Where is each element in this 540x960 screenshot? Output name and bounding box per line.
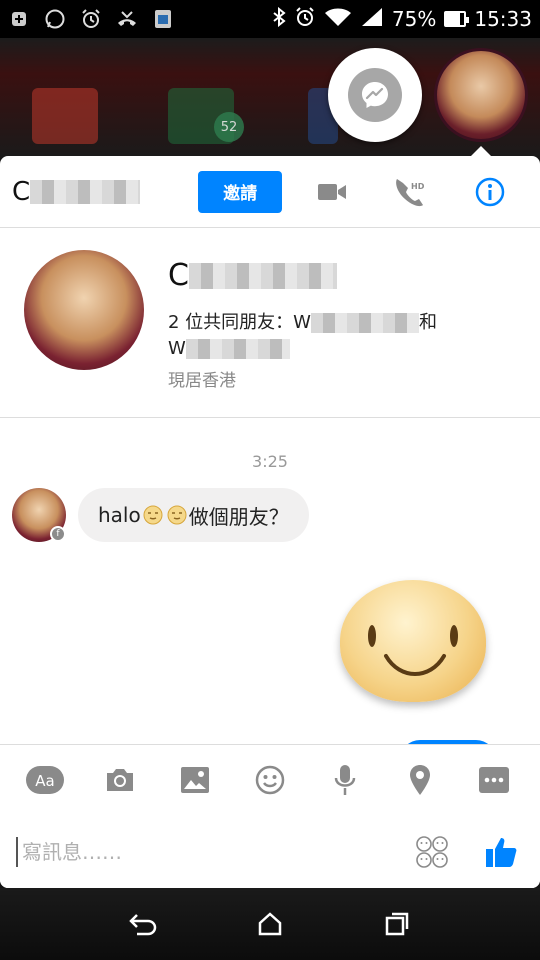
mutual-friends: 2 位共同朋友：W 和 W bbox=[168, 310, 468, 362]
relieved-emoji-icon bbox=[167, 505, 187, 525]
navigation-bar bbox=[0, 888, 540, 960]
image-icon[interactable] bbox=[173, 758, 217, 802]
video-call-icon[interactable] bbox=[312, 172, 352, 212]
alarm-icon bbox=[80, 8, 102, 30]
message-input[interactable] bbox=[16, 837, 412, 867]
back-icon[interactable] bbox=[119, 900, 167, 948]
signal-icon bbox=[360, 7, 384, 32]
mutual-friends-second: W bbox=[168, 338, 186, 359]
location-icon[interactable] bbox=[398, 758, 442, 802]
missed-call-icon bbox=[116, 8, 138, 30]
gmail-icon bbox=[32, 88, 98, 144]
contact-name-initial: C bbox=[12, 176, 31, 207]
like-icon[interactable] bbox=[480, 830, 524, 874]
emoticon-icon[interactable] bbox=[412, 832, 452, 872]
text-format-label: Aa bbox=[36, 772, 55, 790]
text-format-icon[interactable]: Aa bbox=[23, 758, 67, 802]
mutual-friends-prefix: 2 位共同朋友：W bbox=[168, 312, 311, 333]
relieved-emoji-icon bbox=[143, 505, 163, 525]
message-input-row bbox=[0, 815, 540, 888]
more-icon[interactable] bbox=[472, 758, 516, 802]
info-icon[interactable] bbox=[470, 172, 510, 212]
wifi-icon bbox=[324, 7, 352, 32]
clock: 15:33 bbox=[474, 7, 532, 31]
profile-name-initial: C bbox=[168, 258, 189, 293]
contact-chathead-avatar[interactable] bbox=[434, 48, 528, 142]
alarm-icon bbox=[294, 6, 316, 33]
notification-icon bbox=[8, 8, 30, 30]
home-icon[interactable] bbox=[246, 900, 294, 948]
status-left-icons bbox=[8, 8, 174, 30]
composer-toolbar: Aa bbox=[0, 745, 540, 815]
microphone-icon[interactable] bbox=[323, 758, 367, 802]
conversation-header: C 邀請 HD bbox=[0, 156, 540, 228]
profile-name: C bbox=[168, 258, 337, 293]
message-text: halo bbox=[98, 503, 141, 527]
bluetooth-icon bbox=[272, 6, 286, 32]
avatar[interactable] bbox=[24, 250, 144, 370]
smiley-sticker-icon[interactable] bbox=[340, 580, 486, 702]
contact-profile: C 2 位共同朋友：W 和 W 現居香港 bbox=[0, 228, 540, 418]
battery-icon bbox=[444, 11, 470, 27]
redacted-name bbox=[185, 339, 290, 359]
camera-icon[interactable] bbox=[98, 758, 142, 802]
battery-level bbox=[446, 13, 460, 25]
status-right: 75% 15:33 bbox=[272, 6, 532, 33]
conversation-panel: C 邀請 HD C 2 位共同朋友：W 和 W 現居香港 3:25 f halo bbox=[0, 156, 540, 888]
redacted-name bbox=[30, 179, 141, 204]
incoming-message[interactable]: halo 做個朋友？ bbox=[78, 488, 309, 542]
redacted-name bbox=[310, 313, 419, 333]
recent-apps-icon[interactable] bbox=[373, 900, 421, 948]
invite-button[interactable]: 邀請 bbox=[198, 170, 283, 213]
location: 現居香港 bbox=[168, 371, 236, 391]
redacted-name bbox=[188, 262, 337, 289]
message-timestamp: 3:25 bbox=[252, 452, 288, 471]
message-text-suffix: 做個朋友？ bbox=[188, 504, 289, 529]
messenger-icon bbox=[348, 68, 402, 122]
facebook-icon: f bbox=[50, 526, 66, 542]
app-icon bbox=[152, 8, 174, 30]
status-bar: 75% 15:33 bbox=[0, 0, 540, 38]
messenger-chathead[interactable] bbox=[328, 48, 422, 142]
mutual-friends-and: 和 bbox=[418, 312, 437, 333]
composer: Aa bbox=[0, 744, 540, 888]
notification-badge: 52 bbox=[214, 112, 244, 142]
battery-percent: 75% bbox=[391, 7, 437, 31]
svg-text:HD: HD bbox=[411, 182, 425, 191]
emoji-icon[interactable] bbox=[248, 758, 292, 802]
hd-call-icon[interactable]: HD bbox=[390, 172, 430, 212]
contact-name[interactable]: C bbox=[12, 176, 141, 207]
whatsapp-icon bbox=[44, 8, 66, 30]
